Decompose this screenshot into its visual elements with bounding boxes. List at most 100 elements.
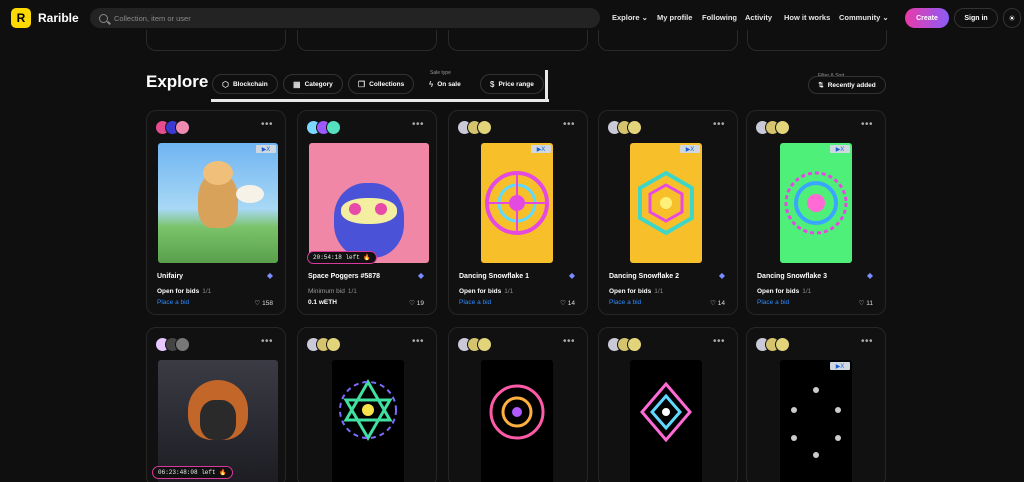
ethereum-icon: ◆ (866, 271, 873, 280)
place-bid-link[interactable]: Place a bid (609, 299, 641, 306)
ethereum-icon: ◆ (568, 271, 575, 280)
like-button[interactable]: ♡ 19 (409, 299, 424, 307)
more-options-icon[interactable]: ••• (713, 336, 725, 347)
price-value: 0.1 wETH (308, 299, 337, 306)
nft-card[interactable]: ••• ▶X Dancing Snowflake 2 ◆ Open for bi… (598, 110, 738, 315)
more-options-icon[interactable]: ••• (861, 119, 873, 130)
nav-following[interactable]: Following (702, 13, 737, 22)
place-bid-link[interactable]: Place a bid (459, 299, 491, 306)
nft-card[interactable]: ••• ▶X Unifairy ◆ Open for bids 1/1 Place… (146, 110, 286, 315)
nav-community[interactable]: Community ⌄ (839, 13, 889, 22)
more-options-icon[interactable]: ••• (412, 336, 424, 347)
previous-card[interactable] (448, 30, 588, 51)
owner-avatars (155, 337, 190, 353)
avatar[interactable] (477, 120, 492, 135)
owner-avatars (607, 120, 642, 136)
app-name[interactable]: Rarible (38, 11, 79, 25)
more-options-icon[interactable]: ••• (713, 119, 725, 130)
more-options-icon[interactable]: ••• (412, 119, 424, 130)
heart-icon: ♡ (858, 300, 865, 307)
sort-dropdown[interactable]: ⇅ Recently added (808, 76, 886, 94)
avatar[interactable] (326, 337, 341, 352)
nft-card[interactable]: ••• (598, 327, 738, 482)
heart-icon: ♡ (560, 300, 566, 307)
nft-card[interactable]: ••• ▶X (746, 327, 886, 482)
like-count: 14 (717, 300, 725, 307)
auction-timer: 06:23:48:08 left 🔥 (152, 466, 233, 479)
sale-status: Open for bids 1/1 (459, 288, 513, 295)
dollar-icon: $ (490, 79, 495, 89)
nft-name[interactable]: Dancing Snowflake 2 (609, 273, 679, 280)
nft-image[interactable] (309, 143, 429, 263)
nft-image[interactable] (332, 360, 404, 482)
avatar[interactable] (775, 337, 790, 352)
nft-image[interactable] (158, 360, 278, 482)
filter-highlight-edge (545, 70, 548, 102)
nft-card[interactable]: ••• ▶X Dancing Snowflake 1 ◆ Open for bi… (448, 110, 588, 315)
sign-in-button[interactable]: Sign in (954, 8, 998, 28)
more-options-icon[interactable]: ••• (861, 336, 873, 347)
nav-how-it-works[interactable]: How it works (784, 13, 830, 22)
place-bid-link[interactable]: Place a bid (157, 299, 189, 306)
nft-card[interactable]: ••• ▶X Dancing Snowflake 3 ◆ Open for bi… (746, 110, 886, 315)
nft-image[interactable]: ▶X (630, 143, 702, 263)
more-options-icon[interactable]: ••• (563, 119, 575, 130)
nft-name[interactable]: Dancing Snowflake 3 (757, 273, 827, 280)
nav-activity[interactable]: Activity (745, 13, 772, 22)
previous-card[interactable] (598, 30, 738, 51)
nft-image[interactable] (630, 360, 702, 482)
nft-card[interactable]: ••• (448, 327, 588, 482)
like-button[interactable]: ♡ 14 (560, 299, 575, 307)
search-bar[interactable] (90, 8, 600, 28)
collections-icon: ❐ (358, 79, 366, 89)
filter-on-sale[interactable]: ϟ On sale (420, 74, 470, 94)
nft-card[interactable]: ••• 06:23:48:08 left 🔥 (146, 327, 286, 482)
like-button[interactable]: ♡ 158 (255, 299, 274, 307)
create-button[interactable]: Create (905, 8, 949, 28)
avatar[interactable] (477, 337, 492, 352)
nft-image[interactable]: ▶X (780, 360, 852, 482)
owner-avatars (306, 337, 341, 353)
ad-badge[interactable]: ▶X (256, 145, 276, 153)
nft-name[interactable]: Space Poggers #5878 (308, 273, 380, 280)
avatar[interactable] (627, 120, 642, 135)
nft-card[interactable]: ••• 20:54:18 left 🔥 Space Poggers #5878 … (297, 110, 437, 315)
chevron-down-icon: ⌄ (641, 13, 648, 22)
theme-toggle-icon[interactable]: ☀ (1003, 8, 1021, 28)
avatar[interactable] (326, 120, 341, 135)
sale-status: Open for bids 1/1 (757, 288, 811, 295)
previous-card[interactable] (297, 30, 437, 51)
avatar[interactable] (175, 120, 190, 135)
filter-price-range[interactable]: $ Price range (480, 74, 544, 94)
more-options-icon[interactable]: ••• (261, 336, 273, 347)
nav-explore[interactable]: Explore ⌄ (612, 13, 648, 22)
filter-category[interactable]: ▦ Category (283, 74, 343, 94)
place-bid-link[interactable]: Place a bid (757, 299, 789, 306)
more-options-icon[interactable]: ••• (261, 119, 273, 130)
nft-image[interactable]: ▶X (780, 143, 852, 263)
rarible-logo-icon[interactable]: R (11, 8, 31, 28)
nft-image[interactable]: ▶X (158, 143, 278, 263)
owner-avatars (155, 120, 190, 136)
more-options-icon[interactable]: ••• (563, 336, 575, 347)
avatar[interactable] (175, 337, 190, 352)
status-text: Open for bids (757, 288, 800, 295)
owner-avatars (306, 120, 341, 136)
sale-status: Open for bids 1/1 (157, 288, 211, 295)
previous-card[interactable] (146, 30, 286, 51)
filter-collections[interactable]: ❐ Collections (348, 74, 415, 94)
heart-icon: ♡ (409, 300, 415, 307)
nft-name[interactable]: Dancing Snowflake 1 (459, 273, 529, 280)
nft-image[interactable] (481, 360, 553, 482)
nft-image[interactable]: ▶X (481, 143, 553, 263)
previous-card[interactable] (747, 30, 887, 51)
search-input[interactable] (114, 13, 574, 23)
nav-my-profile[interactable]: My profile (657, 13, 692, 22)
like-button[interactable]: ♡ 14 (710, 299, 725, 307)
nft-name[interactable]: Unifairy (157, 273, 183, 280)
filter-blockchain[interactable]: ⬡ Blockchain (212, 74, 278, 94)
like-button[interactable]: ♡ 11 (859, 299, 873, 307)
avatar[interactable] (775, 120, 790, 135)
avatar[interactable] (627, 337, 642, 352)
nft-card[interactable]: ••• (297, 327, 437, 482)
